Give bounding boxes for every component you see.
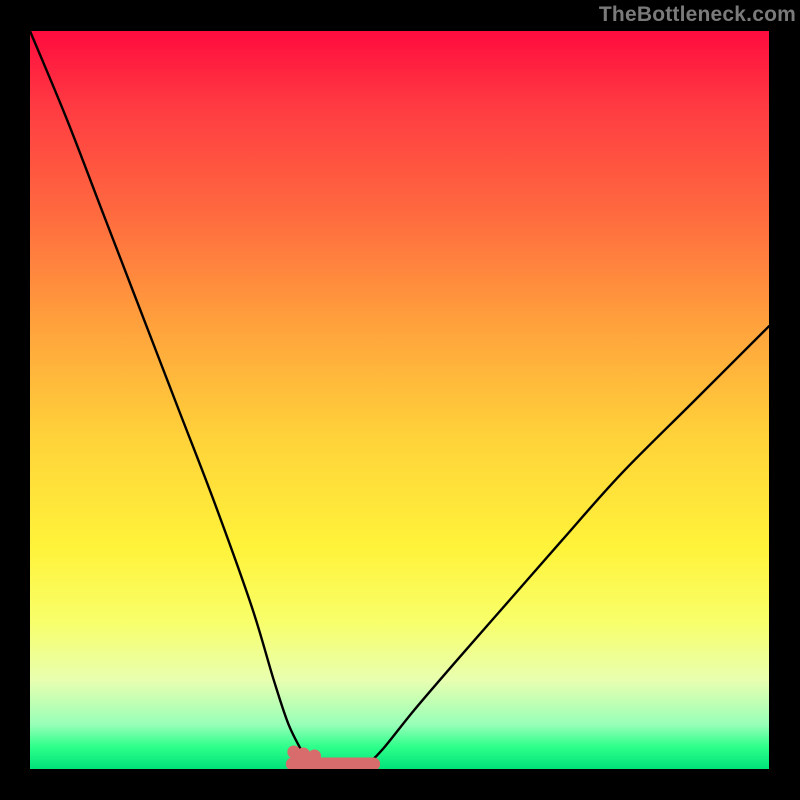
chart-frame: TheBottleneck.com [0,0,800,800]
bottleneck-curve [30,31,769,770]
valley-dot [308,750,321,763]
chart-svg [0,0,800,800]
valley-dot [297,748,310,761]
